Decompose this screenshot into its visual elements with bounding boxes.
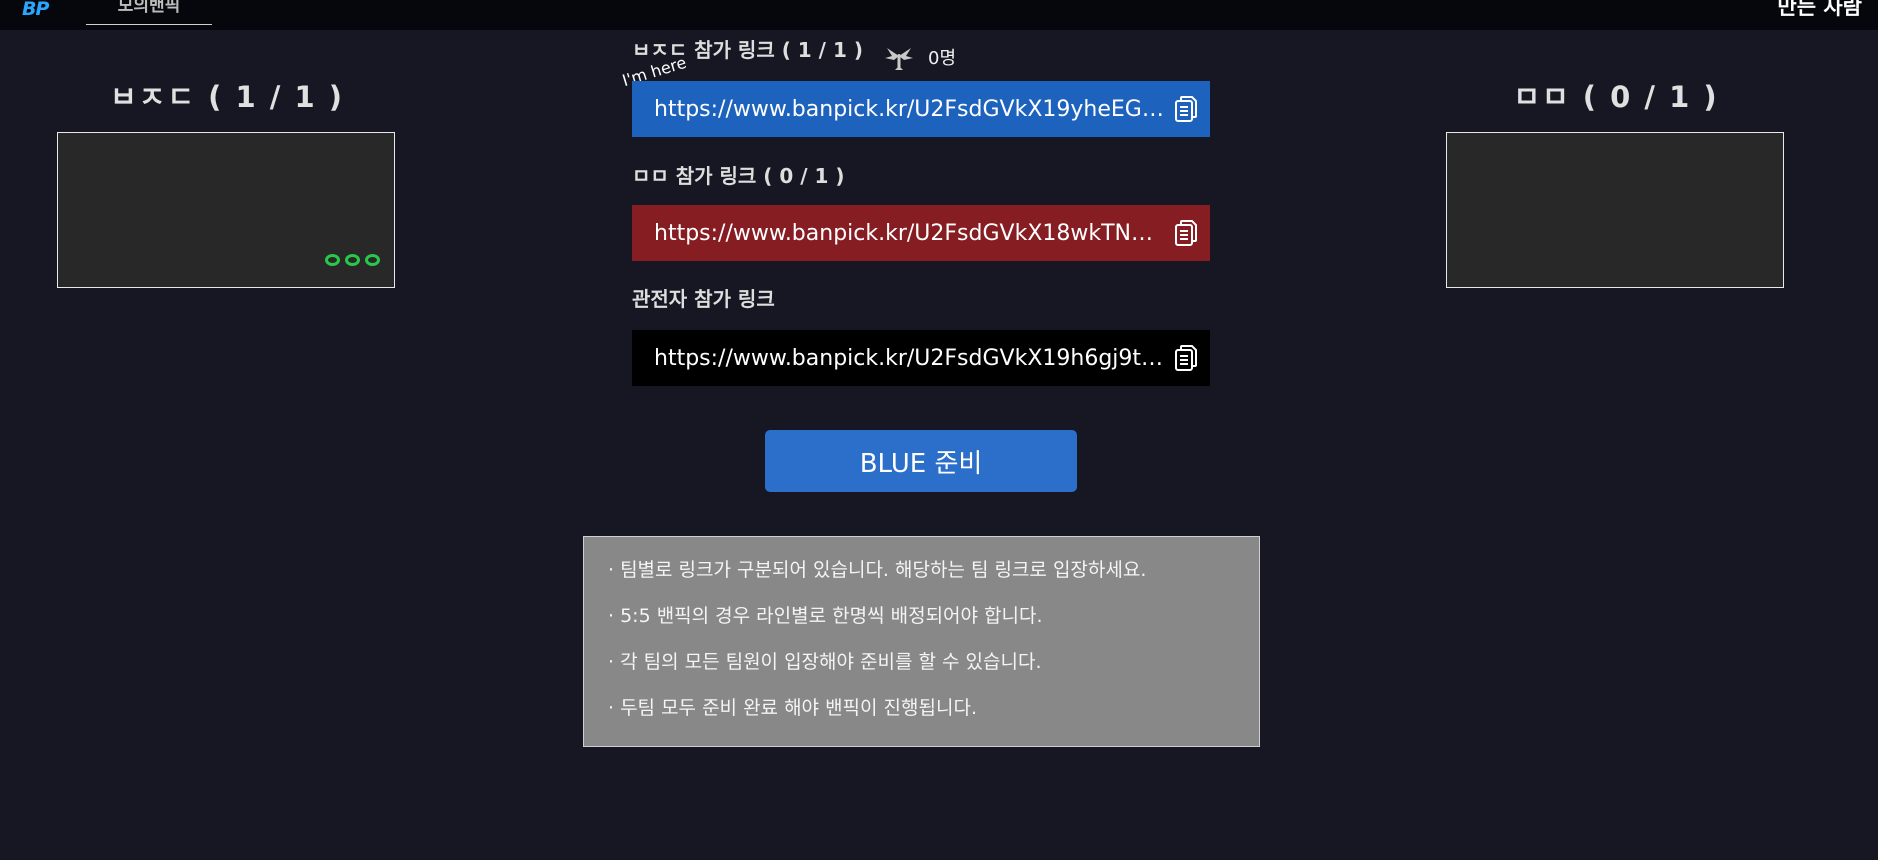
copy-icon[interactable]	[1172, 94, 1200, 124]
notice-line: · 두팀 모두 준비 완료 해야 밴픽이 진행됩니다.	[608, 697, 977, 719]
blue-ready-button[interactable]: BLUE 준비	[765, 430, 1077, 492]
blue-link-text[interactable]: https://www.banpick.kr/U2FsdGVkX19yheEGx…	[654, 97, 1164, 122]
logo[interactable]: BP	[22, 0, 49, 20]
red-link-text[interactable]: https://www.banpick.kr/U2FsdGVkX18wkTNxx…	[654, 221, 1164, 246]
blue-link-field[interactable]: https://www.banpick.kr/U2FsdGVkX19yheEGx…	[632, 81, 1210, 137]
notice-line: · 각 팀의 모든 팀원이 입장해야 준비를 할 수 있습니다.	[608, 651, 1042, 673]
notice-line: · 팀별로 링크가 구분되어 있습니다. 해당하는 팀 링크로 입장하세요.	[608, 559, 1147, 581]
top-navbar: BP 모의밴픽 만든 사람	[0, 0, 1878, 30]
blue-team-title: ㅂㅈㄷ ( 1 / 1 )	[110, 80, 344, 114]
blue-team-member-box	[57, 132, 395, 288]
spectator-count: 0명	[928, 48, 957, 69]
notice-line: · 5:5 밴픽의 경우 라인별로 한명씩 배정되어야 합니다.	[608, 605, 1043, 627]
spectator-link-field[interactable]: https://www.banpick.kr/U2FsdGVkX19h6gj9t…	[632, 330, 1210, 386]
spectator-link-label: 관전자 참가 링크	[632, 287, 775, 311]
red-link-field[interactable]: https://www.banpick.kr/U2FsdGVkX18wkTNxx…	[632, 205, 1210, 261]
red-link-label: ㅁㅁ 참가 링크 ( 0 / 1 )	[632, 164, 845, 188]
copy-icon[interactable]	[1172, 218, 1200, 248]
red-team-member-box	[1446, 132, 1784, 288]
typing-indicator-icon	[325, 254, 380, 266]
red-team-title: ㅁㅁ ( 0 / 1 )	[1513, 80, 1719, 114]
nav-tab-mock-banpick[interactable]: 모의밴픽	[86, 0, 212, 25]
copy-icon[interactable]	[1172, 343, 1200, 373]
notice-box: · 팀별로 링크가 구분되어 있습니다. 해당하는 팀 링크로 입장하세요. ·…	[583, 536, 1260, 747]
spectator-icon	[885, 48, 913, 70]
spectator-link-text[interactable]: https://www.banpick.kr/U2FsdGVkX19h6gj9t…	[654, 346, 1164, 371]
maker-link[interactable]: 만든 사람	[1777, 0, 1862, 20]
